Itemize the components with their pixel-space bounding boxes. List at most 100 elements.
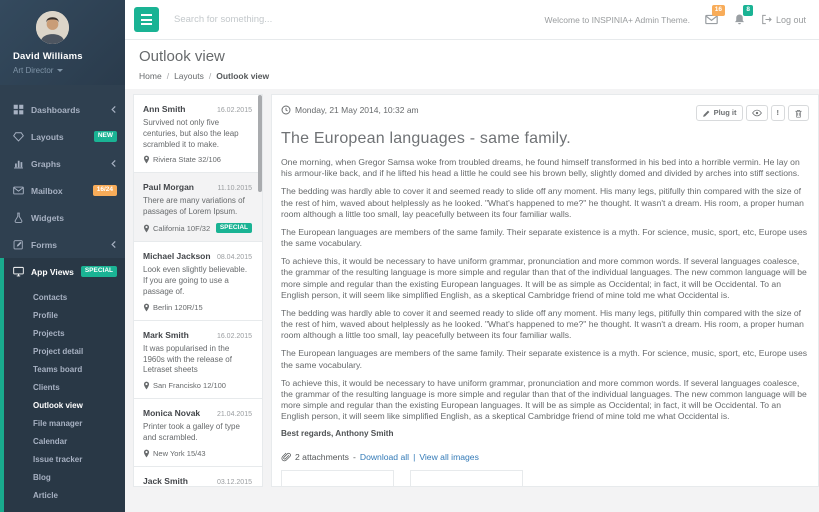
- mail-detail-date: Monday, 21 May 2014, 10:32 am: [281, 105, 419, 115]
- list-scrollbar[interactable]: [258, 95, 262, 192]
- mail-date: 16.02.2015: [217, 333, 252, 340]
- page-title: Outlook view: [139, 48, 805, 65]
- mail-list-item-monica-novak[interactable]: Monica Novak21.04.2015 Printer took a ga…: [134, 399, 262, 467]
- messages-icon[interactable]: 16: [705, 13, 718, 26]
- attachment-file[interactable]: [281, 470, 394, 487]
- special-badge: SPECIAL: [81, 266, 117, 277]
- mail-paragraph: The bedding was hardly able to cover it …: [281, 308, 809, 342]
- sender-name: Mark Smith: [143, 330, 189, 340]
- map-marker-icon: [143, 224, 150, 233]
- sidebar-subitem-profile[interactable]: Profile: [4, 306, 125, 324]
- menu-toggle-button[interactable]: [134, 7, 159, 32]
- sidebar-subitem-file-manager[interactable]: File manager: [4, 414, 125, 432]
- breadcrumb-home[interactable]: Home: [139, 71, 162, 81]
- mail-location: San Francisko 12/100: [153, 381, 226, 390]
- mail-date: 11.10.2015: [217, 185, 252, 192]
- attachments-pipe: |: [413, 452, 415, 462]
- breadcrumb: Home / Layouts / Outlook view: [139, 71, 805, 81]
- map-marker-icon: [143, 381, 150, 390]
- user-name: David Williams: [13, 51, 117, 62]
- chevron-left-icon: [110, 159, 117, 168]
- delete-button[interactable]: [788, 105, 809, 121]
- mail-list-item-michael-jackson[interactable]: Michael Jackson08.04.2015 Look even slig…: [134, 242, 262, 320]
- diamond-icon: [13, 131, 24, 142]
- sidebar-subitem-calendar[interactable]: Calendar: [4, 432, 125, 450]
- sidebar-subitem-contacts[interactable]: Contacts: [4, 288, 125, 306]
- sidebar-item-layouts[interactable]: Layouts NEW: [0, 123, 125, 150]
- envelope-icon: [13, 185, 24, 196]
- mail-location: New York 15/43: [153, 449, 206, 458]
- attachments-count: 2 attachments: [295, 452, 349, 462]
- pencil-square-icon: [13, 239, 24, 250]
- search-input[interactable]: [174, 14, 474, 25]
- sidebar-item-dashboards[interactable]: Dashboards: [0, 96, 125, 123]
- sidebar-subitem-project-detail[interactable]: Project detail: [4, 342, 125, 360]
- sidebar-nav: Dashboards Layouts NEW Graphs Mailbox 16…: [0, 96, 125, 512]
- avatar-photo: [36, 11, 69, 44]
- grid-icon: [13, 104, 24, 115]
- user-role: Art Director: [13, 66, 53, 75]
- sidebar-subitem-projects[interactable]: Projects: [4, 324, 125, 342]
- sidebar-item-widgets[interactable]: Widgets: [0, 204, 125, 231]
- sidebar-item-label: Dashboards: [31, 105, 110, 115]
- sidebar-item-label: App Views: [31, 267, 81, 277]
- notifications-count-badge: 8: [743, 5, 753, 16]
- mail-list-item-ann-smith[interactable]: Ann Smith16.02.2015 Survived not only fi…: [134, 95, 262, 173]
- mail-excerpt: Survived not only five centuries, but al…: [143, 118, 252, 150]
- sidebar-subitem-teams-board[interactable]: Teams board: [4, 360, 125, 378]
- mail-date: 21.04.2015: [217, 411, 252, 418]
- sidebar-item-mailbox[interactable]: Mailbox 16/24: [0, 177, 125, 204]
- breadcrumb-layouts[interactable]: Layouts: [174, 71, 204, 81]
- notifications-bell-icon[interactable]: 8: [733, 13, 746, 26]
- bar-chart-icon: [13, 158, 24, 169]
- user-role-dropdown[interactable]: Art Director: [13, 66, 117, 75]
- top-navbar: Welcome to INSPINIA+ Admin Theme. 16 8 L…: [125, 0, 819, 40]
- mail-list-item-mark-smith[interactable]: Mark Smith16.02.2015 It was popularised …: [134, 321, 262, 399]
- paperclip-icon: [281, 452, 291, 462]
- sidebar-item-app-views[interactable]: App Views SPECIAL: [4, 258, 125, 285]
- sidebar-subitem-clients[interactable]: Clients: [4, 378, 125, 396]
- sidebar-subitem-article[interactable]: Article: [4, 486, 125, 504]
- mail-paragraph: The bedding was hardly able to cover it …: [281, 186, 809, 220]
- attachment-chart[interactable]: [410, 470, 523, 487]
- mail-list-item-jack-smith[interactable]: Jack Smith03.12.2015 Also the leap into …: [134, 467, 262, 487]
- page-heading: Outlook view Home / Layouts / Outlook vi…: [125, 40, 819, 89]
- mail-excerpt: There are many variations of passages of…: [143, 196, 252, 218]
- logout-button[interactable]: Log out: [761, 14, 806, 25]
- map-marker-icon: [143, 155, 150, 164]
- view-button[interactable]: [746, 105, 768, 121]
- sidebar-item-label: Forms: [31, 240, 110, 250]
- mail-subject: The European languages - same family.: [281, 130, 809, 148]
- map-marker-icon: [143, 449, 150, 458]
- sender-name: Paul Morgan: [143, 182, 194, 192]
- sidebar-subitem-issue-tracker[interactable]: Issue tracker: [4, 450, 125, 468]
- profile-panel: David Williams Art Director: [0, 0, 125, 85]
- sender-name: Jack Smith: [143, 476, 188, 486]
- mail-date: 16.02.2015: [217, 107, 252, 114]
- welcome-text: Welcome to INSPINIA+ Admin Theme.: [545, 15, 690, 25]
- mail-list-panel: Ann Smith16.02.2015 Survived not only fi…: [133, 94, 263, 487]
- sidebar-item-forms[interactable]: Forms: [0, 231, 125, 258]
- chevron-left-icon: [110, 240, 117, 249]
- main-area: Welcome to INSPINIA+ Admin Theme. 16 8 L…: [125, 0, 819, 487]
- sidebar-subitem-outlook-view[interactable]: Outlook view: [4, 396, 125, 414]
- logout-label: Log out: [776, 15, 806, 25]
- mail-count-badge: 16/24: [93, 185, 117, 196]
- download-all-link[interactable]: Download all: [360, 452, 409, 462]
- trash-icon: [794, 109, 803, 118]
- view-all-images-link[interactable]: View all images: [419, 452, 479, 462]
- sidebar-item-label: Layouts: [31, 132, 94, 142]
- important-button[interactable]: !: [771, 105, 786, 121]
- sidebar-subitem-blog[interactable]: Blog: [4, 468, 125, 486]
- sidebar-item-label: Mailbox: [31, 186, 93, 196]
- map-marker-icon: [143, 303, 150, 312]
- sidebar-item-label: Widgets: [31, 213, 117, 223]
- breadcrumb-separator: /: [167, 71, 169, 81]
- plug-it-button[interactable]: Plug it: [696, 105, 743, 121]
- mail-paragraph: The European languages are members of th…: [281, 348, 809, 370]
- mail-list-item-paul-morgan[interactable]: Paul Morgan 11.10.2015 There are many var…: [134, 173, 262, 242]
- mail-date: 03.12.2015: [217, 479, 252, 486]
- sidebar-item-graphs[interactable]: Graphs: [0, 150, 125, 177]
- mail-body: One morning, when Gregor Samsa woke from…: [281, 157, 809, 422]
- sidebar-active-section: App Views SPECIAL Contacts Profile Proje…: [0, 258, 125, 512]
